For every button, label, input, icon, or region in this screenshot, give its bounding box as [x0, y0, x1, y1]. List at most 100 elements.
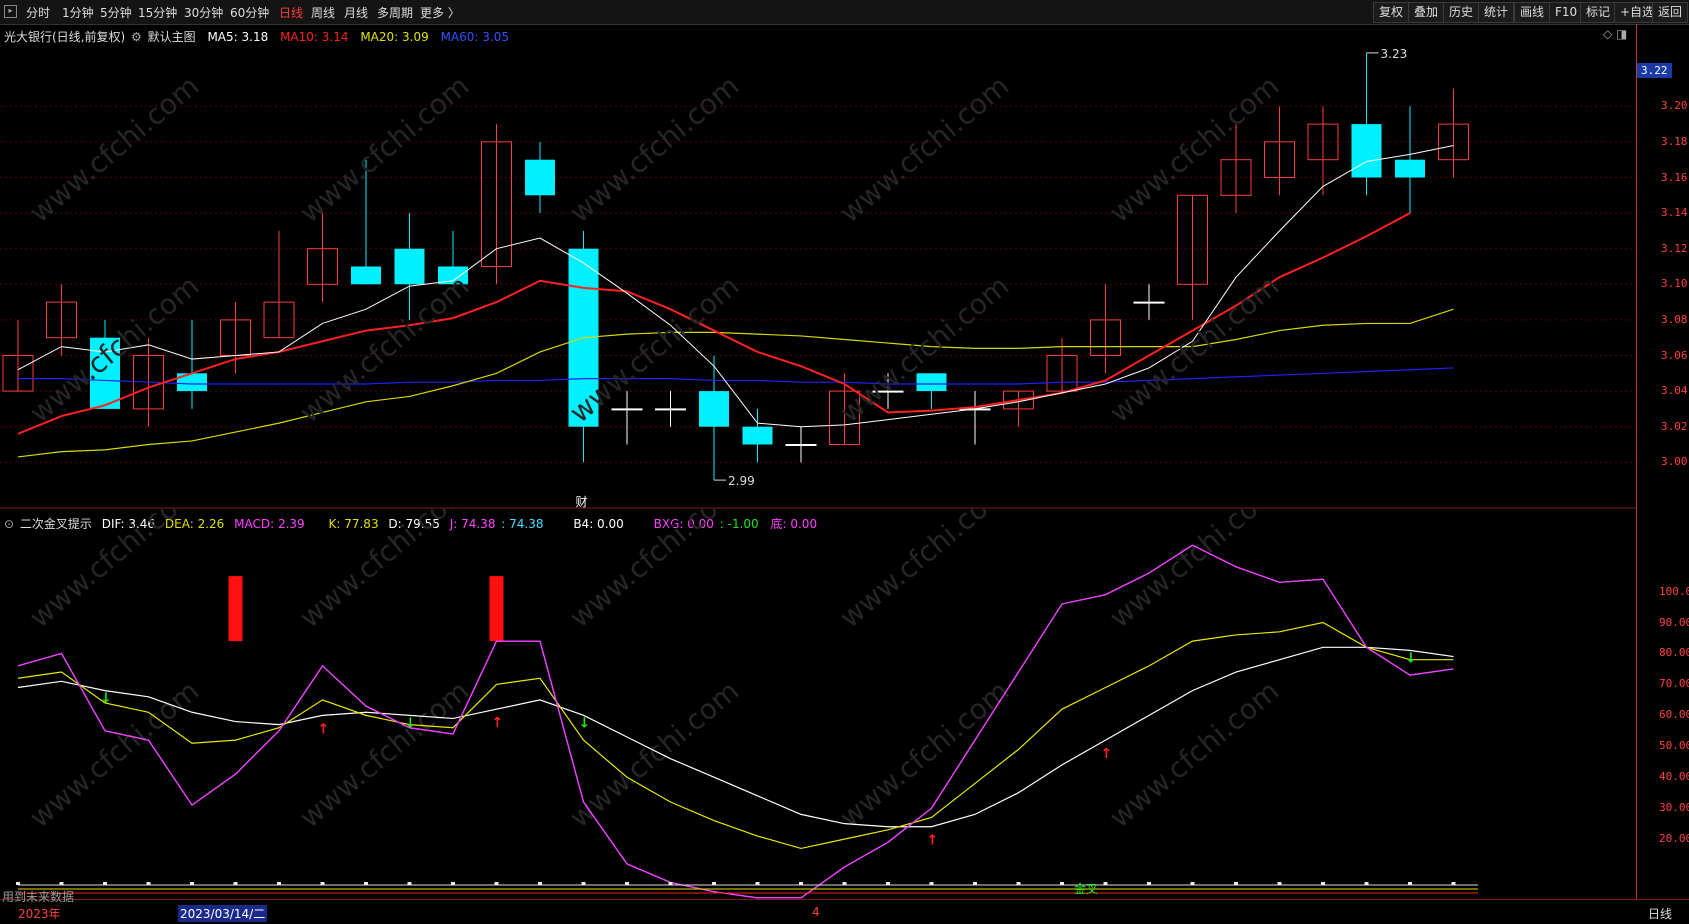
candle-body [1395, 159, 1425, 178]
indicator-tick-label: 20.00 [1659, 832, 1689, 846]
financial-report-marker: 财 [576, 495, 588, 509]
watermark: www.cfchi.com [1103, 674, 1285, 834]
signal-dot [1190, 882, 1195, 885]
toolbar-button-5[interactable]: F10 [1549, 2, 1584, 23]
buy-arrow: ↑ [927, 833, 939, 849]
buy-arrow: ↑ [492, 715, 504, 731]
price-tick-label: 3.12 [1661, 241, 1688, 255]
signal-dot [494, 882, 499, 885]
indicator-tick-label: 90.00 [1659, 615, 1689, 629]
toolbar-button-0[interactable]: 复权 [1373, 2, 1410, 23]
price-chart[interactable]: 3.23 2.99 财 www.cfchi.com www.cfchi.com www.c… [0, 24, 1636, 509]
golden-cross-label: 金叉 [1074, 881, 1098, 896]
candle-body [394, 248, 425, 285]
price-tick-label: 3.20 [1661, 99, 1688, 113]
signal-dot [59, 882, 64, 885]
candle-body [611, 408, 643, 411]
price-tick-label: 3.02 [1661, 419, 1688, 433]
toolbar-button-2[interactable]: 历史 [1443, 2, 1480, 23]
price-tick-label: 3.18 [1661, 134, 1688, 148]
period-tab-5[interactable]: 60分钟 [230, 4, 269, 21]
period-tab-3[interactable]: 15分钟 [138, 4, 177, 21]
menu-icon[interactable]: ▸ [4, 5, 17, 18]
period-tab-4[interactable]: 30分钟 [184, 4, 223, 21]
candle-body [655, 408, 686, 411]
period-toolbar: ▸ 分时 1分钟 5分钟 15分钟 30分钟 60分钟 日线 周线 月线 多周期 更多 〉 复权 叠加… [0, 0, 1689, 25]
macd-bar [489, 576, 504, 642]
price-tick-label: 3.08 [1661, 312, 1688, 326]
toolbar-button-1[interactable]: 叠加 [1408, 2, 1445, 23]
period-tab-0[interactable]: 分时 [26, 4, 50, 21]
signal-dot [1234, 882, 1238, 885]
watermark: www.cfchi.com [293, 509, 475, 634]
period-tab-10[interactable]: 更多 〉 [420, 4, 460, 21]
signal-dot [1103, 882, 1108, 885]
signal-dot [799, 882, 803, 885]
signal-dot [929, 882, 934, 885]
sell-arrow: ↓ [100, 691, 112, 707]
price-tick-label: 3.04 [1661, 384, 1688, 398]
watermark: www.cfchi.com [1103, 269, 1285, 429]
signal-dot [1060, 882, 1064, 885]
right-axis: 3.20 3.18 3.16 3.14 3.12 3.10 3.08 3.06 3.04 3.02… [1636, 24, 1689, 899]
period-tab-9[interactable]: 多周期 [377, 4, 413, 21]
period-tab-2[interactable]: 5分钟 [100, 4, 132, 21]
toolbar-button-6[interactable]: 标记 [1580, 2, 1617, 23]
signal-dot [1147, 882, 1151, 885]
current-price-tag: 3.22 [1637, 62, 1672, 78]
candle-body [916, 373, 947, 392]
candle-body [525, 159, 555, 196]
candle-body [351, 266, 381, 285]
watermark: www.cfchi.com [563, 69, 745, 229]
signal-dot [1451, 882, 1456, 885]
signal-dot [451, 882, 455, 885]
signal-dot [1277, 882, 1282, 885]
year-label: 2023年 [18, 907, 61, 921]
indicator-tick-label: 80.00 [1659, 646, 1689, 660]
signal-dot [16, 882, 20, 885]
buy-arrow: ↑ [1101, 746, 1113, 762]
indicator-chart[interactable]: www.cfchi.com www.cfchi.com www.cfchi.com w… [0, 509, 1636, 899]
signal-dot [146, 882, 151, 885]
signal-dot [755, 882, 760, 885]
indicator-tick-label: 70.00 [1659, 677, 1689, 691]
signal-dot [668, 882, 673, 885]
high-price-label: 3.23 [1381, 47, 1408, 61]
toolbar-button-3[interactable]: 统计 [1478, 2, 1515, 23]
indicator-tick-label: 30.00 [1659, 801, 1689, 815]
signal-dot [320, 882, 325, 885]
period-tab-8[interactable]: 月线 [344, 4, 368, 21]
watermark: www.cfchi.com [293, 69, 475, 229]
signal-dot [538, 882, 542, 885]
toolbar-button-8[interactable]: 返回 [1652, 2, 1689, 23]
signal-dot [842, 882, 847, 885]
signal-dot [277, 882, 281, 885]
buy-arrow: ↑ [318, 721, 330, 737]
candle-body [699, 391, 729, 427]
watermark: www.cfchi.com [23, 674, 205, 834]
candle-body [742, 426, 773, 445]
watermark: www.cfchi.com [293, 269, 475, 429]
signal-dot [973, 882, 977, 885]
signal-dot [364, 882, 368, 885]
price-tick-label: 3.14 [1661, 206, 1688, 220]
signal-dot [581, 882, 586, 885]
period-tab-6[interactable]: 日线 [279, 4, 303, 21]
signal-dot [1016, 882, 1021, 885]
indicator-tick-label: 60.00 [1659, 708, 1689, 722]
watermark: www.cfchi.com [1103, 509, 1285, 634]
ma60-line [18, 367, 1454, 385]
sell-arrow: ↓ [1405, 650, 1417, 666]
sell-arrow: ↓ [405, 715, 417, 731]
indicator-tick-label: 50.00 [1659, 739, 1689, 753]
signal-dot [625, 882, 629, 885]
signal-dot [886, 882, 890, 885]
price-tick-label: 3.00 [1661, 455, 1688, 469]
toolbar-button-4[interactable]: 画线 [1514, 2, 1551, 23]
period-tab-daily[interactable]: 日线 [1648, 905, 1672, 922]
price-tick-label: 3.06 [1661, 348, 1688, 362]
future-data-note: 用到未来数据 [2, 890, 75, 904]
macd-bar [228, 576, 243, 642]
period-tab-1[interactable]: 1分钟 [62, 4, 94, 21]
period-tab-7[interactable]: 周线 [311, 4, 335, 21]
